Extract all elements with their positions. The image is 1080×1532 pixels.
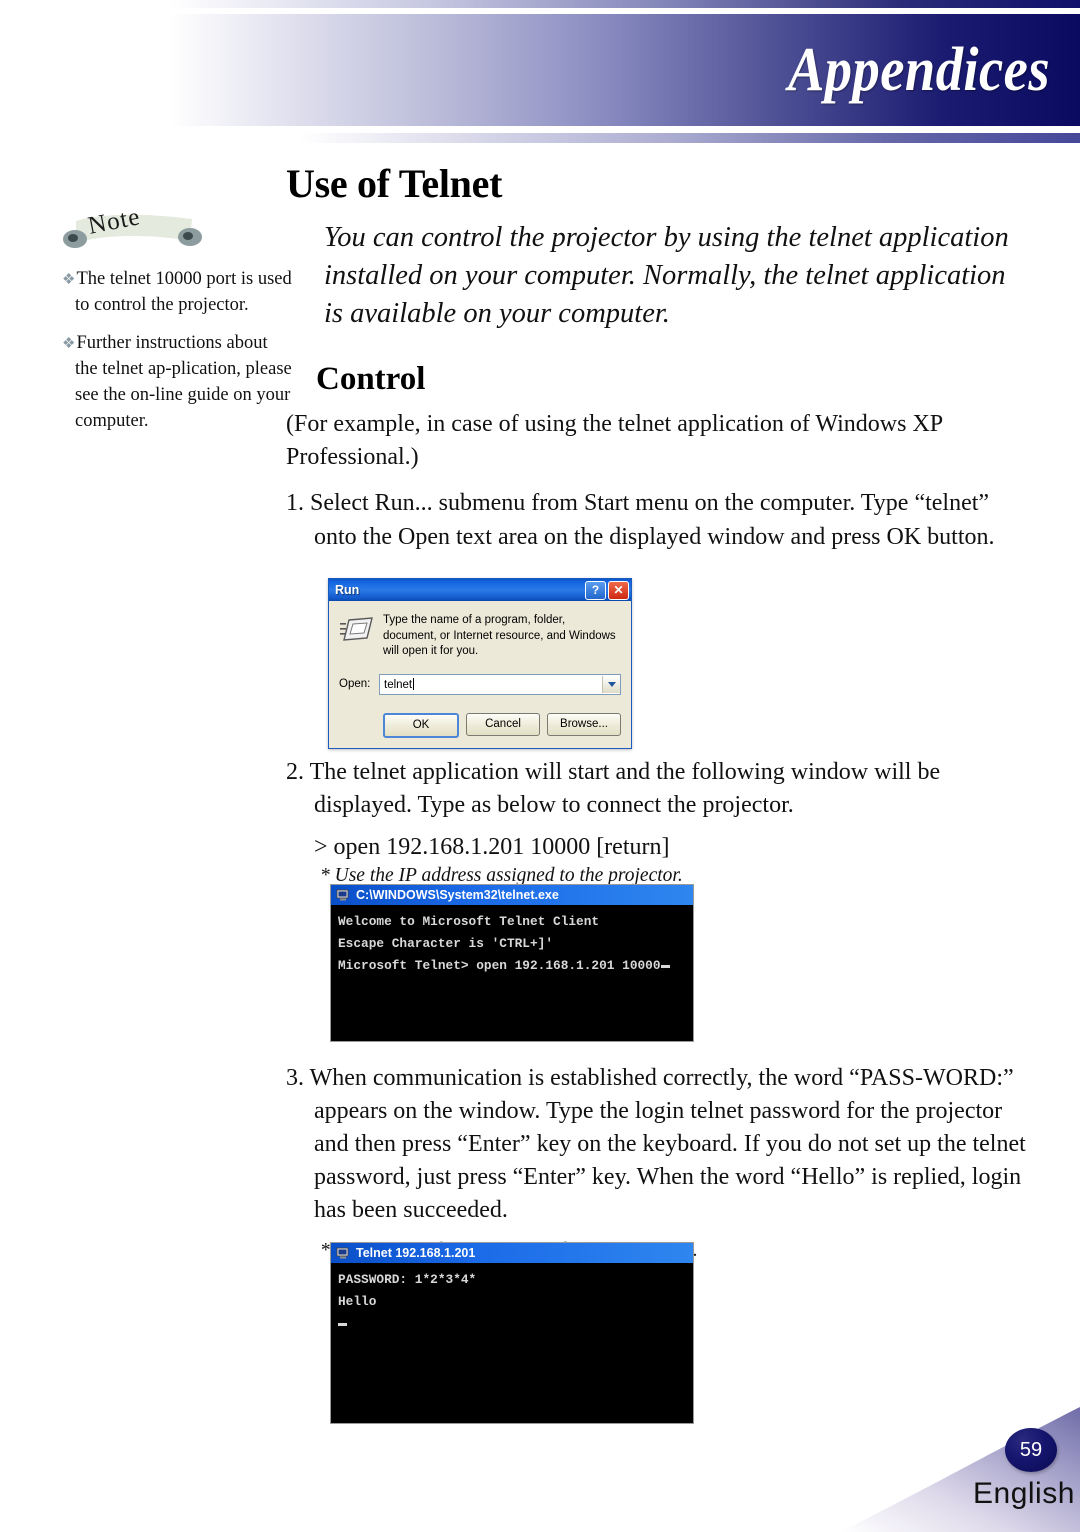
run-dialog-description-row: Type the name of a program, folder, docu… xyxy=(339,613,621,660)
page-title: Appendices xyxy=(787,35,1050,104)
telnet-2-line: PASSWORD: 1*2*3*4* xyxy=(338,1272,477,1287)
terminal-cursor xyxy=(660,965,670,968)
open-field-label: Open: xyxy=(339,678,371,691)
run-program-icon xyxy=(339,615,373,645)
run-dialog-title: Run xyxy=(335,583,360,597)
step-1: 1. Select Run... submenu from Start menu… xyxy=(286,490,995,550)
telnet-1-title: C:\WINDOWS\System32\telnet.exe xyxy=(356,888,559,902)
open-input-value: telnet xyxy=(384,678,413,691)
section-heading-use-of-telnet: Use of Telnet xyxy=(286,161,503,206)
header-accent-strip-top xyxy=(170,0,1080,8)
telnet-2-titlebar: Telnet 192.168.1.201 xyxy=(331,1243,693,1263)
telnet-2-line: Hello xyxy=(338,1294,377,1309)
header-accent-strip-bottom xyxy=(300,133,1080,143)
close-icon[interactable]: ✕ xyxy=(608,580,629,600)
note-item: ❖The telnet 10000 port is used to contro… xyxy=(62,266,294,319)
control-paragraph: (For example, in case of using the telne… xyxy=(286,410,943,470)
main-content: Use of Telnet You can control the projec… xyxy=(286,160,1026,566)
cancel-button[interactable]: Cancel xyxy=(466,712,540,736)
run-dialog-description: Type the name of a program, folder, docu… xyxy=(383,614,616,658)
console-icon xyxy=(336,888,350,902)
telnet-1-line: Microsoft Telnet> open 192.168.1.201 100… xyxy=(338,958,661,973)
help-icon[interactable]: ? xyxy=(585,580,606,600)
telnet-1-line: Welcome to Microsoft Telnet Client xyxy=(338,914,600,929)
note-item-text: The telnet 10000 port is used to control… xyxy=(75,269,292,316)
step-2-block: 2. The telnet application will start and… xyxy=(286,756,1026,901)
note-item-text: Further instructions about the telnet ap… xyxy=(75,332,292,432)
terminal-cursor xyxy=(338,1323,347,1326)
telnet-2-title: Telnet 192.168.1.201 xyxy=(356,1246,476,1260)
note-bullet-icon: ❖ xyxy=(62,335,76,352)
text-caret xyxy=(413,677,415,690)
telnet-1-line: Escape Character is 'CTRL+]' xyxy=(338,936,554,951)
footer-language-label: English xyxy=(973,1477,1075,1510)
open-combobox[interactable]: telnet xyxy=(379,673,621,695)
telnet-1-screen: Welcome to Microsoft Telnet Client Escap… xyxy=(331,905,693,983)
telnet-2-screen: PASSWORD: 1*2*3*4* Hello xyxy=(331,1263,693,1341)
browse-button[interactable]: Browse... xyxy=(547,712,621,736)
section-heading-control: Control xyxy=(316,360,426,397)
run-dialog-open-row: Open: telnet xyxy=(339,673,621,695)
step-2-command: > open 192.168.1.201 10000 [return] xyxy=(314,834,670,861)
telnet-window-1-screenshot: C:\WINDOWS\System32\telnet.exe Welcome t… xyxy=(330,884,694,1042)
open-input[interactable]: telnet xyxy=(380,677,602,691)
note-sidebar: Note ❖The telnet 10000 port is used to c… xyxy=(62,203,294,446)
run-dialog-body: Type the name of a program, folder, docu… xyxy=(329,601,631,748)
step-2: 2. The telnet application will start and… xyxy=(286,759,941,819)
run-dialog-screenshot: Run ? ✕ Type the name of a program, fold… xyxy=(328,578,632,749)
note-item: ❖Further instructions about the telnet a… xyxy=(62,330,294,435)
step-3: 3. When communication is established cor… xyxy=(286,1065,1026,1224)
intro-paragraph: You can control the projector by using t… xyxy=(324,222,1009,329)
console-icon xyxy=(336,1246,350,1260)
run-dialog-button-row: OK Cancel Browse... xyxy=(339,712,621,738)
page-number-badge: 59 xyxy=(1005,1428,1057,1472)
note-ribbon-graphic: Note xyxy=(62,203,204,257)
ok-button[interactable]: OK xyxy=(383,712,459,738)
note-bullet-icon: ❖ xyxy=(62,272,76,288)
telnet-1-titlebar: C:\WINDOWS\System32\telnet.exe xyxy=(331,885,693,905)
chevron-down-icon[interactable] xyxy=(602,675,620,693)
telnet-window-2-screenshot: Telnet 192.168.1.201 PASSWORD: 1*2*3*4* … xyxy=(330,1242,694,1424)
run-dialog-titlebar: Run ? ✕ xyxy=(329,579,631,601)
